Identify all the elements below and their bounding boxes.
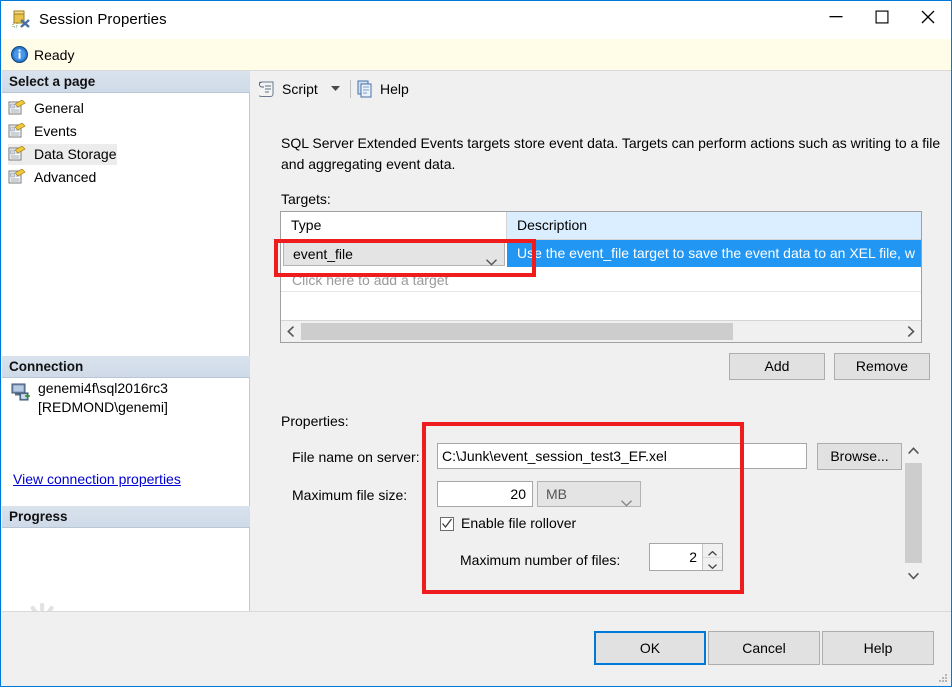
max-file-size-input[interactable]: 20 [437,481,533,507]
add-target-row[interactable]: Click here to add a target [281,268,921,292]
script-icon [254,80,277,98]
connection-server: genemi4f\sql2016rc3 [38,380,168,396]
sidebar-item-label: General [34,100,84,116]
browse-button[interactable]: Browse... [817,443,902,470]
help-button[interactable]: Help [822,631,934,665]
info-icon [11,46,28,63]
title-bar: Session Properties [1,1,951,39]
connection-user: [REDMOND\genemi] [38,399,168,415]
page-description: SQL Server Extended Events targets store… [281,135,941,172]
scroll-track[interactable] [301,321,901,342]
max-file-size-label: Maximum file size: [292,487,408,503]
help-label: Help [380,81,409,97]
content-panel: Script Help SQL Server Extended Events t… [251,71,951,611]
grid-column-type[interactable]: Type [281,212,507,239]
chevron-up-icon [908,447,919,455]
grid-horizontal-scrollbar[interactable] [281,320,921,342]
properties-vertical-scrollbar[interactable] [903,441,925,586]
chevron-down-icon [908,572,919,580]
scroll-thumb[interactable] [905,463,922,563]
stepper-buttons [702,544,722,570]
max-files-label: Maximum number of files: [460,552,621,568]
help-page-icon [357,80,375,98]
chevron-down-icon [331,86,340,91]
progress-header: Progress [2,506,250,528]
select-a-page-header: Select a page [2,71,250,93]
session-properties-window: Session Properties Ready Select a page G… [0,0,952,687]
window-title: Session Properties [39,11,167,28]
toolbar-separator [350,80,351,98]
sidebar-item-label: Advanced [34,169,97,185]
target-description-cell[interactable]: Use the event_file target to save the ev… [507,240,921,267]
session-properties-icon [12,10,32,29]
targets-grid: Type Description event_file Use the even… [280,211,922,343]
file-name-input[interactable]: C:\Junk\event_session_test3_EF.xel [437,443,807,469]
minimize-icon [829,15,843,17]
table-row: event_file Use the event_file target to … [281,240,921,268]
scroll-right-button[interactable] [901,321,921,342]
close-button[interactable] [905,1,951,32]
checkbox-box [440,517,454,531]
server-connection-icon [11,383,31,401]
enable-file-rollover-label: Enable file rollover [461,515,577,531]
maximize-button[interactable] [859,1,905,32]
grid-header-row: Type Description [281,212,921,240]
stepper-up-button[interactable] [703,544,721,558]
page-icon [8,122,26,139]
sidebar-item-general[interactable]: General [8,98,84,119]
scroll-up-button[interactable] [903,441,924,461]
file-size-unit-value: MB [546,486,567,502]
ok-button[interactable]: OK [594,631,706,665]
left-panel: Select a page General Events Data Storag… [2,71,250,639]
chevron-down-icon [708,564,717,570]
sidebar-item-label: Events [34,123,77,139]
chevron-right-icon [907,326,915,337]
maximize-icon [875,10,889,23]
properties-label: Properties: [281,413,349,429]
sidebar-item-advanced[interactable]: Advanced [8,167,96,188]
target-type-value: event_file [293,246,353,262]
grid-column-description[interactable]: Description [507,212,921,239]
status-bar: Ready [2,39,951,71]
chevron-up-icon [708,550,717,556]
sidebar-item-events[interactable]: Events [8,121,77,142]
file-name-label: File name on server: [292,449,420,465]
target-type-combobox[interactable]: event_file [283,242,505,266]
resize-grip[interactable] [936,672,948,684]
status-text: Ready [34,47,75,63]
cancel-button[interactable]: Cancel [708,631,820,665]
checkmark-icon [442,518,453,529]
chevron-left-icon [287,326,295,337]
page-icon [8,99,26,116]
scroll-thumb[interactable] [301,323,733,340]
targets-label: Targets: [281,191,331,207]
connection-info: genemi4f\sql2016rc3 [REDMOND\genemi] [38,379,238,417]
remove-button[interactable]: Remove [834,353,930,380]
close-icon [921,10,935,23]
minimize-button[interactable] [813,1,859,32]
page-icon [8,145,26,162]
max-files-value[interactable]: 2 [650,544,702,570]
scroll-down-button[interactable] [903,566,924,586]
dialog-footer: OK Cancel Help [2,611,951,686]
view-connection-properties-link[interactable]: View connection properties [13,471,181,487]
scroll-left-button[interactable] [281,321,301,342]
script-label: Script [282,81,318,97]
sidebar-item-label: Data Storage [34,146,117,162]
page-icon [8,168,26,185]
add-button[interactable]: Add [729,353,825,380]
chevron-down-icon [621,490,632,514]
script-dropdown-button[interactable] [331,77,347,101]
script-button[interactable]: Script [254,77,318,101]
file-size-unit-combobox[interactable]: MB [537,481,641,507]
content-toolbar: Script Help [251,71,951,107]
help-toolbar-button[interactable]: Help [357,77,409,101]
sidebar-item-data-storage[interactable]: Data Storage [8,144,117,165]
stepper-down-button[interactable] [703,557,721,570]
max-files-stepper[interactable]: 2 [649,543,723,571]
connection-header: Connection [2,356,250,378]
